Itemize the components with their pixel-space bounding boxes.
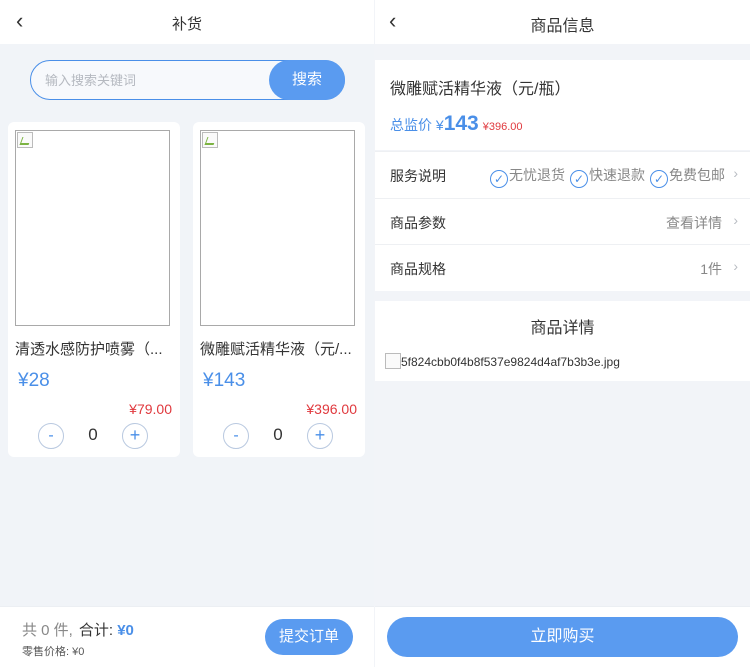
service-tag: ✓ 快速退款 xyxy=(570,165,645,188)
quantity-stepper: - 0 + xyxy=(223,423,333,449)
params-value: 查看详情 xyxy=(666,215,722,231)
params-label: 商品参数 xyxy=(390,215,446,231)
cart-footer: 共 0 件, 合计: ¥0 零售价格: ¥0 提交订单 xyxy=(0,606,374,667)
product-card[interactable]: 清透水感防护喷雾（... ¥28 ¥79.00 - 0 + xyxy=(8,122,180,457)
chevron-right-icon: › xyxy=(733,258,738,274)
check-circle-icon: ✓ xyxy=(650,170,668,188)
product-original-price: ¥396.00 xyxy=(482,121,523,133)
total-label: 合计: xyxy=(78,622,114,639)
product-image[interactable] xyxy=(200,130,355,326)
product-price: 143 xyxy=(443,112,479,135)
chevron-right-icon: › xyxy=(733,165,738,181)
product-original-price: ¥79.00 xyxy=(129,401,172,417)
product-name: 微雕赋活精华液（元/瓶） xyxy=(390,81,571,98)
product-price: ¥28 xyxy=(18,370,50,391)
header: ‹ 商品信息 xyxy=(375,0,750,44)
product-card[interactable]: 微雕赋活精华液（元/... ¥143 ¥396.00 - 0 + xyxy=(193,122,365,457)
product-original-price: ¥396.00 xyxy=(306,401,357,417)
header: ‹ 补货 xyxy=(0,0,374,44)
retail-price: 零售价格: ¥0 xyxy=(22,646,85,658)
search-button[interactable]: 搜索 xyxy=(269,60,345,100)
check-circle-icon: ✓ xyxy=(490,170,508,188)
check-circle-icon: ✓ xyxy=(570,170,588,188)
restock-panel: ‹ 补货 搜索 清透水感防护喷雾（... ¥28 ¥79.00 - 0 + 微雕… xyxy=(0,0,374,667)
price-line: 总监价 ¥143 ¥396.00 xyxy=(390,112,523,136)
broken-image-icon xyxy=(202,132,218,148)
total-amount: ¥0 xyxy=(117,622,134,639)
product-name: 微雕赋活精华液（元/... xyxy=(200,341,352,358)
detail-image-alt: 5f824cbb0f4b8f537e9824d4af7b3b3e.jpg xyxy=(401,355,620,369)
item-count: 共 0 件, xyxy=(22,622,73,639)
quantity-value: 0 xyxy=(273,425,283,444)
service-tag: ✓ 无忧退货 xyxy=(490,165,565,188)
spec-row[interactable]: 商品规格 1件 › xyxy=(375,244,750,290)
buy-now-button[interactable]: 立即购买 xyxy=(387,617,738,657)
submit-order-button[interactable]: 提交订单 xyxy=(265,619,353,655)
detail-image: 5f824cbb0f4b8f537e9824d4af7b3b3e.jpg xyxy=(385,353,620,369)
product-name: 清透水感防护喷雾（... xyxy=(15,341,163,358)
quantity-value: 0 xyxy=(88,425,98,444)
cart-summary: 共 0 件, 合计: ¥0 xyxy=(22,619,134,640)
spec-value: 1件 xyxy=(700,261,722,277)
price-label: 总监价 ¥ xyxy=(390,117,444,133)
buy-footer: 立即购买 xyxy=(375,606,750,667)
product-price: ¥143 xyxy=(203,370,246,391)
plus-button[interactable]: + xyxy=(307,423,333,449)
plus-button[interactable]: + xyxy=(122,423,148,449)
params-row[interactable]: 商品参数 查看详情 › xyxy=(375,198,750,244)
spec-label: 商品规格 xyxy=(390,261,446,277)
service-row[interactable]: 服务说明 ✓ 无忧退货 ✓ 快速退款 ✓ 免费包邮 › xyxy=(375,151,750,197)
product-image[interactable] xyxy=(15,130,170,326)
product-attributes: 服务说明 ✓ 无忧退货 ✓ 快速退款 ✓ 免费包邮 › 商品参数 查看详情 › 商品规… xyxy=(375,151,750,291)
service-label: 服务说明 xyxy=(390,168,446,184)
product-summary: 微雕赋活精华液（元/瓶） 总监价 ¥143 ¥396.00 xyxy=(375,60,750,150)
search-bar: 搜索 xyxy=(30,60,345,100)
chevron-right-icon: › xyxy=(733,212,738,228)
detail-title: 商品详情 xyxy=(530,320,595,337)
page-title: 补货 xyxy=(171,16,202,33)
quantity-stepper: - 0 + xyxy=(38,423,148,449)
page-title: 商品信息 xyxy=(530,18,595,35)
product-detail: 商品详情 5f824cbb0f4b8f537e9824d4af7b3b3e.jp… xyxy=(375,301,750,381)
broken-image-icon xyxy=(17,132,33,148)
minus-button[interactable]: - xyxy=(223,423,249,449)
service-tag: ✓ 免费包邮 xyxy=(650,165,725,188)
search-input[interactable] xyxy=(45,70,265,90)
minus-button[interactable]: - xyxy=(38,423,64,449)
broken-image-icon xyxy=(385,353,401,369)
product-info-panel: ‹ 商品信息 微雕赋活精华液（元/瓶） 总监价 ¥143 ¥396.00 服务说明… xyxy=(375,0,750,667)
